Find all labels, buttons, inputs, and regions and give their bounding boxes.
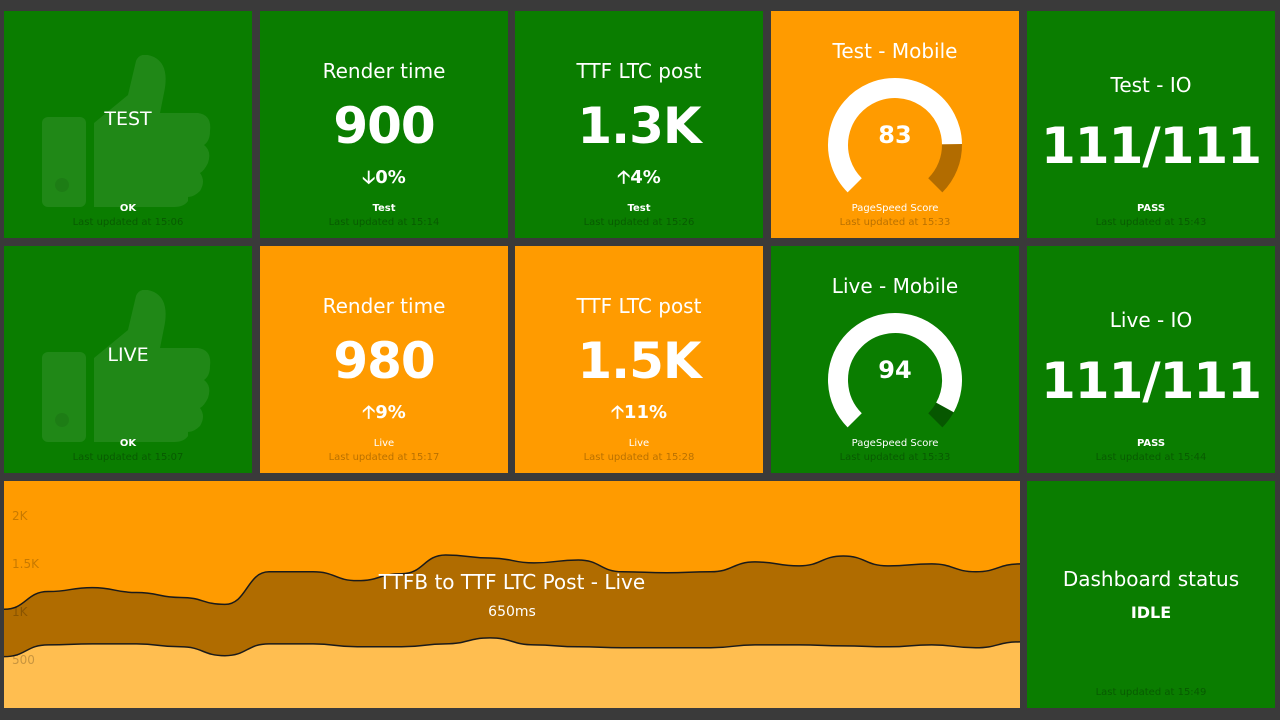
updated-at: Last updated at 15:26: [583, 217, 695, 228]
updated-at: Last updated at 15:33: [839, 452, 951, 463]
tile-title: Test - IO: [1110, 73, 1192, 97]
tile-info: PageSpeed Score: [851, 438, 939, 449]
y-tick-label: 1.5K: [12, 557, 39, 571]
arrow-up-icon: 🡡: [617, 167, 631, 188]
test-status-tile[interactable]: TEST OK Last updated at 15:06: [4, 11, 252, 238]
tile-change: 🡣0%: [260, 165, 508, 195]
updated-at: Last updated at 15:33: [839, 217, 951, 228]
status-word: LIVE: [107, 344, 149, 366]
dashboard-status-tile[interactable]: Dashboard status IDLE Last updated at 15…: [1027, 481, 1275, 708]
thumbs-up-icon: [42, 55, 211, 207]
tile-title: Live - Mobile: [831, 274, 959, 298]
tile-info: Live: [628, 438, 650, 449]
test-render-time-tile[interactable]: Render time 900 🡣0% Test Last updated at…: [260, 11, 508, 238]
updated-at: Last updated at 15:43: [1095, 217, 1207, 228]
tile-title: TTF LTC post: [576, 294, 702, 318]
gauge-value: 83: [878, 121, 912, 149]
tile-info: Live: [373, 438, 395, 449]
tile-value: 1.3K: [577, 97, 701, 155]
change-value: 9%: [375, 402, 406, 423]
tile-change: 🡡4%: [515, 165, 763, 195]
y-tick-label: 2K: [12, 509, 28, 523]
tile-value: 111/111: [1040, 117, 1262, 175]
test-io-tile[interactable]: Test - IO 111/111 PASS Last updated at 1…: [1027, 11, 1275, 238]
tile-title: TTF LTC post: [576, 59, 702, 83]
gauge-remaining-arc: [927, 402, 954, 428]
arrow-up-icon: 🡡: [610, 402, 624, 423]
tile-info: PASS: [1136, 203, 1166, 214]
chart-current-value: 650ms: [488, 604, 536, 620]
test-mobile-tile[interactable]: Test - Mobile 83 PageSpeed Score Last up…: [771, 11, 1019, 238]
tile-value: 900: [333, 97, 435, 155]
live-render-time-tile[interactable]: Render time 980 🡡9% Live Last updated at…: [260, 246, 508, 473]
status-info: OK: [119, 203, 137, 214]
dashboard: TEST OK Last updated at 15:06 Render tim…: [0, 0, 1280, 720]
chart-title: TTFB to TTF LTC Post - Live: [378, 570, 646, 594]
tile-info: PASS: [1136, 438, 1166, 449]
updated-at: Last updated at 15:07: [72, 452, 184, 463]
tile-title: Render time: [322, 294, 446, 318]
live-io-tile[interactable]: Live - IO 111/111 PASS Last updated at 1…: [1027, 246, 1275, 473]
tile-change: 🡡9%: [260, 400, 508, 430]
tile-title: Render time: [322, 59, 446, 83]
series-area-lower: [4, 637, 1020, 708]
live-ttf-tile[interactable]: TTF LTC post 1.5K 🡡11% Live Last updated…: [515, 246, 763, 473]
tile-info: Test: [372, 203, 396, 214]
updated-at: Last updated at 15:14: [328, 217, 440, 228]
area-chart: [4, 554, 1020, 708]
change-value: 0%: [375, 167, 406, 188]
tile-value: 980: [333, 332, 435, 390]
tile-value: 111/111: [1040, 352, 1262, 410]
updated-at: Last updated at 15:44: [1095, 452, 1207, 463]
dashboard-state: IDLE: [1130, 603, 1172, 622]
tile-info: PageSpeed Score: [851, 203, 939, 214]
tile-title: Test - Mobile: [832, 39, 958, 63]
tile-title: Live - IO: [1109, 308, 1193, 332]
test-ttf-tile[interactable]: TTF LTC post 1.3K 🡡4% Test Last updated …: [515, 11, 763, 238]
arrow-down-icon: 🡣: [362, 167, 376, 188]
thumbs-up-icon: [42, 290, 211, 442]
updated-at: Last updated at 15:49: [1095, 687, 1207, 698]
gauge-remaining-arc: [927, 143, 962, 193]
change-value: 4%: [630, 167, 661, 188]
live-status-tile[interactable]: LIVE OK Last updated at 15:07: [4, 246, 252, 473]
live-mobile-tile[interactable]: Live - Mobile 94 PageSpeed Score Last up…: [771, 246, 1019, 473]
change-value: 11%: [623, 402, 668, 423]
gauge-value: 94: [878, 356, 912, 384]
ttfb-chart-tile[interactable]: 2K 1.5K 1K 500 TTFB to TTF LTC Post - Li…: [4, 481, 1020, 708]
updated-at: Last updated at 15:17: [328, 452, 440, 463]
tile-title: Dashboard status: [1062, 567, 1240, 591]
status-info: OK: [119, 438, 137, 449]
tile-info: Test: [627, 203, 651, 214]
arrow-up-icon: 🡡: [362, 402, 376, 423]
tile-value: 1.5K: [577, 332, 701, 390]
updated-at: Last updated at 15:28: [583, 452, 695, 463]
y-tick-label: 500: [12, 653, 35, 667]
status-word: TEST: [104, 108, 152, 130]
updated-at: Last updated at 15:06: [72, 217, 184, 228]
tile-change: 🡡11%: [515, 400, 763, 430]
